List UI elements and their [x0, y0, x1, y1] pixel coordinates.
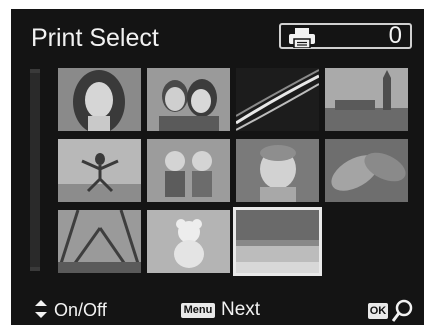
thumbnail-couple-portrait[interactable]: [147, 68, 230, 131]
thumbnail-leaves-closeup[interactable]: [325, 139, 408, 202]
thumbnail-woman-portrait[interactable]: [58, 68, 141, 131]
magnifier-icon[interactable]: [392, 299, 414, 323]
menu-button-badge[interactable]: Menu: [181, 303, 215, 318]
scrollbar[interactable]: [30, 69, 40, 271]
camera-screen: Print Select 0 On/Off Menu Next OK: [11, 9, 424, 325]
up-down-arrows-icon: [35, 300, 47, 318]
next-label: Next: [221, 299, 261, 320]
thumbnail-landscape-sea[interactable]: [236, 210, 319, 273]
ok-button-badge[interactable]: OK: [368, 303, 388, 319]
thumbnail-night-road-light-trails[interactable]: [236, 68, 319, 131]
print-count-box: 0: [279, 22, 412, 49]
thumbnail-bridge-cables[interactable]: [58, 210, 141, 273]
thumbnail-teddy-bear[interactable]: [147, 210, 230, 273]
thumbnail-two-children[interactable]: [147, 139, 230, 202]
screen-title: Print Select: [31, 24, 159, 52]
print-count: 0: [388, 22, 402, 49]
button-guide-bar: On/Off Menu Next OK: [11, 295, 424, 325]
thumbnail-toddler[interactable]: [236, 139, 319, 202]
thumbnail-jumping-woman[interactable]: [58, 139, 141, 202]
printer-icon: [289, 28, 315, 48]
thumbnail-big-ben-skyline[interactable]: [325, 68, 408, 131]
on-off-label: On/Off: [54, 300, 107, 320]
scrollbar-thumb[interactable]: [30, 73, 40, 267]
